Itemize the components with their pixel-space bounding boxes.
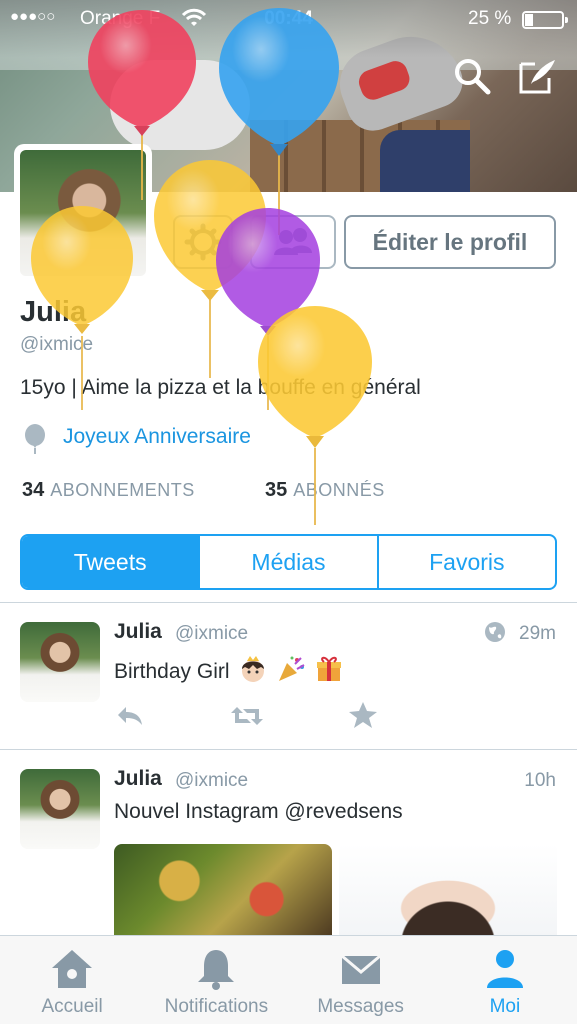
gear-icon [184,223,222,261]
tweet-time: 29m [519,623,556,644]
tweet-author-name: Julia [114,767,162,790]
tab-tweets[interactable]: Tweets [22,536,199,588]
tweet-text: Birthday Girl [114,655,343,684]
tab-label: Messages [317,996,404,1017]
gift-icon [317,656,342,681]
following-stat[interactable]: 34 ABONNEMENTS [22,479,195,502]
party-popper-icon [279,656,305,681]
tab-label: Moi [489,996,521,1017]
following-count: 34 [22,479,45,501]
followers-count: 35 [265,479,288,501]
profile-tabs: Tweets Médias Favoris [20,534,557,590]
birthday-link[interactable]: Joyeux Anniversaire [63,425,251,449]
tab-label: Accueil [41,996,103,1017]
tweet[interactable]: Julia @ixmice 29m Birthday Girl [0,603,577,749]
profile-avatar[interactable] [14,144,152,282]
home-icon [52,950,93,988]
settings-button[interactable] [173,215,233,269]
tab-label: Notifications [164,996,269,1017]
retweet-icon[interactable] [229,703,265,729]
balloon-icon [25,424,45,454]
tab-favorites[interactable]: Favoris [376,536,555,588]
following-label: ABONNEMENTS [50,480,195,500]
person-icon [486,950,523,988]
tweet-author-handle: @ixmice [175,623,249,644]
tweet-author-handle: @ixmice [175,770,249,791]
battery-icon [522,11,568,29]
compose-icon[interactable] [515,54,559,98]
tab-bar: Accueil Notifications Messages Moi [0,935,577,1024]
tweet-avatar[interactable] [20,622,100,702]
tab-notifications[interactable]: Notifications [144,936,288,1024]
tweet-media-image[interactable] [114,844,332,936]
reply-icon[interactable] [114,703,146,729]
tweet-avatar[interactable] [20,769,100,849]
tab-media[interactable]: Médias [198,536,376,588]
search-icon[interactable] [450,54,494,98]
tweet-time: 10h [524,770,556,791]
tab-home[interactable]: Accueil [0,936,144,1024]
lists-button[interactable] [250,215,336,269]
tweet-text: Nouvel Instagram @revedsens [114,800,403,823]
followers-stat[interactable]: 35 ABONNÉS [265,479,385,502]
tweet-author-name: Julia [114,620,162,643]
status-bar: ●●●○○ Orange F 00:44 25 % [0,0,577,40]
bell-icon [198,950,235,990]
star-icon[interactable] [348,701,378,729]
globe-icon [485,622,505,642]
tweet-media-image[interactable] [339,844,557,936]
profile-name: Julia [20,296,87,328]
princess-emoji-icon [242,656,265,682]
profile-bio: 15yo | Aime la pizza et la bouffe en gén… [20,376,421,399]
envelope-icon [340,954,381,984]
tab-me[interactable]: Moi [433,936,577,1024]
edit-profile-button[interactable]: Éditer le profil [344,215,556,269]
people-icon [274,228,312,255]
followers-label: ABONNÉS [293,480,385,500]
tweet-text-content: Birthday Girl [114,660,230,683]
battery-percent: 25 % [468,8,512,29]
profile-handle: @ixmice [20,334,94,355]
tab-messages[interactable]: Messages [289,936,433,1024]
